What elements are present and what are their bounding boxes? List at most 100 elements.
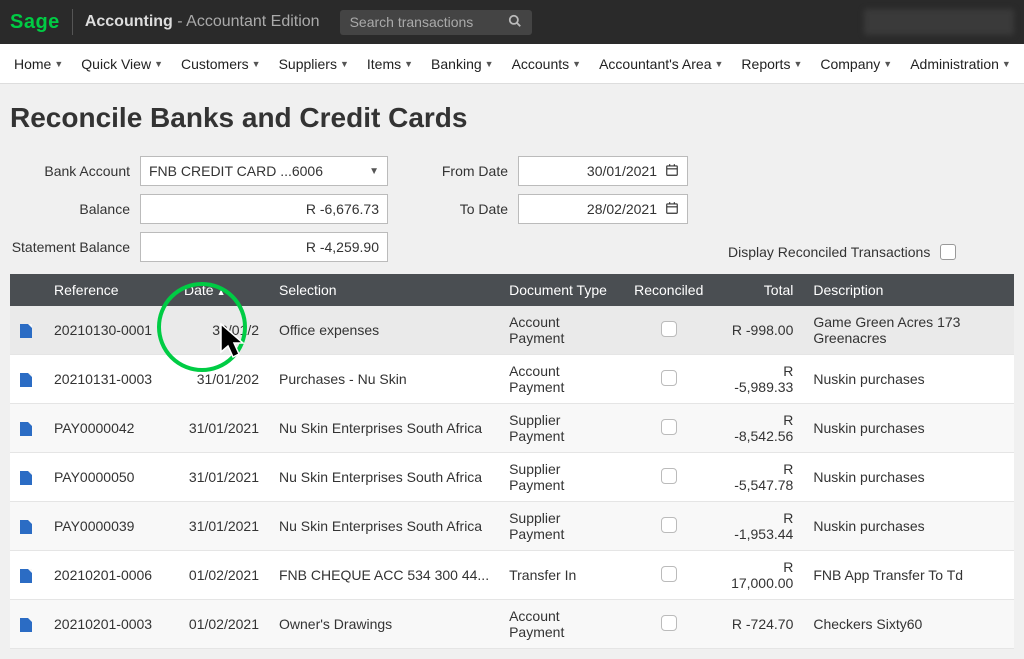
cell-doctype: Account Payment bbox=[499, 355, 624, 404]
col-reference[interactable]: Reference bbox=[44, 274, 174, 306]
app-name: Accounting bbox=[85, 13, 173, 30]
balance-value: R -6,676.73 bbox=[306, 201, 379, 217]
page-title: Reconcile Banks and Credit Cards bbox=[10, 102, 1014, 134]
table-row[interactable]: 20210201-000601/02/2021FNB CHEQUE ACC 53… bbox=[10, 551, 1014, 600]
bank-account-label: Bank Account bbox=[10, 163, 130, 179]
document-icon bbox=[20, 324, 32, 338]
col-description[interactable]: Description bbox=[803, 274, 1014, 306]
filter-form: Bank Account FNB CREDIT CARD ...6006 ▼ B… bbox=[10, 156, 1014, 262]
caret-down-icon: ▼ bbox=[793, 59, 802, 69]
nav-item-suppliers[interactable]: Suppliers▼ bbox=[271, 50, 357, 78]
cell-description: FNB App Transfer To Td bbox=[803, 551, 1014, 600]
balance-label: Balance bbox=[10, 201, 130, 217]
nav-item-reports[interactable]: Reports▼ bbox=[733, 50, 810, 78]
nav-item-home[interactable]: Home▼ bbox=[6, 50, 71, 78]
stmt-balance-field[interactable]: R -4,259.90 bbox=[140, 232, 388, 262]
cell-reference: PAY0000039 bbox=[44, 502, 174, 551]
col-doctype[interactable]: Document Type bbox=[499, 274, 624, 306]
nav-item-administration[interactable]: Administration▼ bbox=[902, 50, 1019, 78]
calendar-icon[interactable] bbox=[665, 201, 679, 218]
cell-reference: 20210201-0003 bbox=[44, 600, 174, 649]
nav-item-customers[interactable]: Customers▼ bbox=[173, 50, 269, 78]
caret-down-icon: ▼ bbox=[715, 59, 724, 69]
cell-description: Nuskin purchases bbox=[803, 502, 1014, 551]
cell-date: 31/01/2021 bbox=[174, 404, 269, 453]
nav-item-items[interactable]: Items▼ bbox=[359, 50, 421, 78]
table-row[interactable]: 20210131-000331/01/202Purchases - Nu Ski… bbox=[10, 355, 1014, 404]
to-date-input[interactable]: 28/02/2021 bbox=[518, 194, 688, 224]
table-row[interactable]: PAY000004231/01/2021Nu Skin Enterprises … bbox=[10, 404, 1014, 453]
reconciled-checkbox[interactable] bbox=[661, 615, 677, 631]
cell-doctype: Account Payment bbox=[499, 600, 624, 649]
nav-item-company[interactable]: Company▼ bbox=[812, 50, 900, 78]
cell-reference: 20210130-0001 bbox=[44, 306, 174, 355]
reconciled-checkbox[interactable] bbox=[661, 370, 677, 386]
cell-reference: PAY0000050 bbox=[44, 453, 174, 502]
nav-item-accountant-s-area[interactable]: Accountant's Area▼ bbox=[591, 50, 731, 78]
cell-description: Checkers Sixty60 bbox=[803, 600, 1014, 649]
document-icon bbox=[20, 422, 32, 436]
app-title: Accounting - Accountant Edition bbox=[85, 13, 320, 31]
document-icon bbox=[20, 471, 32, 485]
table-row[interactable]: PAY000005031/01/2021Nu Skin Enterprises … bbox=[10, 453, 1014, 502]
cell-total: R -998.00 bbox=[713, 306, 803, 355]
nav-item-quick-view[interactable]: Quick View▼ bbox=[73, 50, 171, 78]
cell-selection: Owner's Drawings bbox=[269, 600, 499, 649]
main-nav: Home▼Quick View▼Customers▼Suppliers▼Item… bbox=[0, 44, 1024, 84]
transactions-table: Reference Date▲ Selection Document Type … bbox=[10, 274, 1014, 649]
cell-total: R -5,989.33 bbox=[713, 355, 803, 404]
reconciled-checkbox[interactable] bbox=[661, 566, 677, 582]
nav-item-accounts[interactable]: Accounts▼ bbox=[504, 50, 590, 78]
search-icon[interactable] bbox=[508, 14, 522, 31]
caret-down-icon: ▼ bbox=[404, 59, 413, 69]
reconciled-checkbox[interactable] bbox=[661, 419, 677, 435]
col-selection[interactable]: Selection bbox=[269, 274, 499, 306]
col-total[interactable]: Total bbox=[713, 274, 803, 306]
cell-selection: Purchases - Nu Skin bbox=[269, 355, 499, 404]
reconciled-checkbox[interactable] bbox=[661, 321, 677, 337]
cell-doctype: Supplier Payment bbox=[499, 502, 624, 551]
cell-doctype: Supplier Payment bbox=[499, 404, 624, 453]
col-reconciled[interactable]: Reconciled bbox=[624, 274, 713, 306]
nav-item-banking[interactable]: Banking▼ bbox=[423, 50, 502, 78]
cell-doctype: Transfer In bbox=[499, 551, 624, 600]
caret-down-icon: ▼ bbox=[572, 59, 581, 69]
col-icon bbox=[10, 274, 44, 306]
document-icon bbox=[20, 373, 32, 387]
calendar-icon[interactable] bbox=[665, 163, 679, 180]
table-row[interactable]: PAY000003931/01/2021Nu Skin Enterprises … bbox=[10, 502, 1014, 551]
cell-doctype: Account Payment bbox=[499, 306, 624, 355]
cell-doctype: Supplier Payment bbox=[499, 453, 624, 502]
caret-down-icon: ▼ bbox=[340, 59, 349, 69]
cell-total: R 17,000.00 bbox=[713, 551, 803, 600]
to-date-value: 28/02/2021 bbox=[587, 201, 657, 217]
table-row[interactable]: 20210201-000301/02/2021Owner's DrawingsA… bbox=[10, 600, 1014, 649]
bank-account-value: FNB CREDIT CARD ...6006 bbox=[149, 163, 323, 179]
search-input[interactable] bbox=[350, 14, 500, 30]
cell-description: Nuskin purchases bbox=[803, 404, 1014, 453]
cell-description: Nuskin purchases bbox=[803, 453, 1014, 502]
user-area[interactable] bbox=[864, 9, 1014, 35]
cell-total: R -1,953.44 bbox=[713, 502, 803, 551]
from-date-input[interactable]: 30/01/2021 bbox=[518, 156, 688, 186]
reconciled-checkbox[interactable] bbox=[661, 468, 677, 484]
dropdown-icon: ▼ bbox=[369, 166, 379, 177]
cell-selection: Nu Skin Enterprises South Africa bbox=[269, 404, 499, 453]
to-date-label: To Date bbox=[428, 201, 508, 217]
cell-selection: Nu Skin Enterprises South Africa bbox=[269, 453, 499, 502]
cell-date: 31/01/2021 bbox=[174, 502, 269, 551]
cell-date: 01/02/2021 bbox=[174, 600, 269, 649]
cell-date: 30/01/2 bbox=[174, 306, 269, 355]
table-row[interactable]: 20210130-000130/01/2Office expensesAccou… bbox=[10, 306, 1014, 355]
bank-account-select[interactable]: FNB CREDIT CARD ...6006 ▼ bbox=[140, 156, 388, 186]
logo: Sage bbox=[10, 11, 60, 34]
topbar: Sage Accounting - Accountant Edition bbox=[0, 0, 1024, 44]
search-box[interactable] bbox=[340, 10, 532, 35]
cell-reference: 20210201-0006 bbox=[44, 551, 174, 600]
col-date[interactable]: Date▲ bbox=[174, 274, 269, 306]
reconciled-checkbox[interactable] bbox=[661, 517, 677, 533]
caret-down-icon: ▼ bbox=[54, 59, 63, 69]
cell-total: R -724.70 bbox=[713, 600, 803, 649]
from-date-label: From Date bbox=[428, 163, 508, 179]
display-reconciled-checkbox[interactable] bbox=[940, 244, 956, 260]
